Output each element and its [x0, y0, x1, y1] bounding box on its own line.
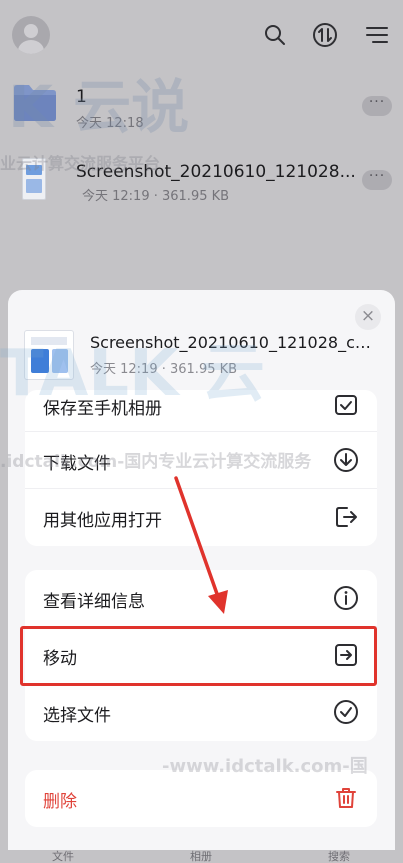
- open-external-icon: [333, 504, 359, 530]
- view-details-button[interactable]: 查看详细信息: [25, 570, 377, 627]
- search-icon[interactable]: [262, 22, 288, 48]
- item-label: 删除: [43, 792, 77, 812]
- highlight-box: [20, 626, 377, 686]
- delete-button[interactable]: 删除: [25, 770, 377, 827]
- more-options-button[interactable]: ···: [362, 169, 392, 190]
- close-icon[interactable]: ×: [355, 304, 381, 330]
- info-icon: [333, 585, 359, 611]
- save-to-album-button[interactable]: 保存至手机相册: [25, 390, 377, 432]
- sort-icon[interactable]: [312, 22, 338, 48]
- item-label: 保存至手机相册: [43, 399, 162, 419]
- action-group-file: 保存至手机相册 下载文件 用其他应用打开: [25, 390, 377, 546]
- sheet-file-name: Screenshot_20210610_121028_com....: [90, 333, 380, 352]
- item-label: 下载文件: [43, 454, 111, 474]
- file-meta: 今天 12:18: [76, 116, 144, 131]
- action-group-delete: 删除: [25, 770, 377, 827]
- tab-files[interactable]: 文件: [52, 848, 74, 863]
- download-file-button[interactable]: 下载文件: [25, 432, 377, 489]
- sheet-file-meta: 今天 12:19 · 361.95 KB: [90, 362, 238, 377]
- image-thumbnail: [22, 158, 46, 200]
- folder-icon: [12, 82, 58, 122]
- item-label: 用其他应用打开: [43, 511, 162, 531]
- menu-icon[interactable]: [364, 22, 390, 48]
- more-options-button[interactable]: ···: [362, 95, 392, 116]
- avatar[interactable]: [12, 16, 50, 54]
- file-name[interactable]: Screenshot_20210610_121028...: [76, 162, 356, 182]
- select-file-button[interactable]: 选择文件: [25, 684, 377, 741]
- item-label: 选择文件: [43, 706, 111, 726]
- open-with-other-app-button[interactable]: 用其他应用打开: [25, 489, 377, 546]
- download-icon: [333, 447, 359, 473]
- item-label: 查看详细信息: [43, 592, 145, 612]
- tab-search[interactable]: 搜索: [328, 848, 350, 863]
- bottom-tab-bar: 文件 相册 搜索: [0, 848, 403, 863]
- check-circle-icon: [333, 699, 359, 725]
- action-bottom-sheet: × Screenshot_20210610_121028_com.... 今天 …: [8, 290, 395, 850]
- file-name[interactable]: 1: [76, 87, 87, 107]
- tab-album[interactable]: 相册: [190, 848, 212, 863]
- trash-icon: [333, 785, 359, 811]
- save-album-icon: [333, 392, 359, 418]
- top-bar: [0, 0, 403, 72]
- file-meta: 今天 12:19 · 361.95 KB: [82, 189, 230, 204]
- file-thumbnail: [24, 330, 74, 380]
